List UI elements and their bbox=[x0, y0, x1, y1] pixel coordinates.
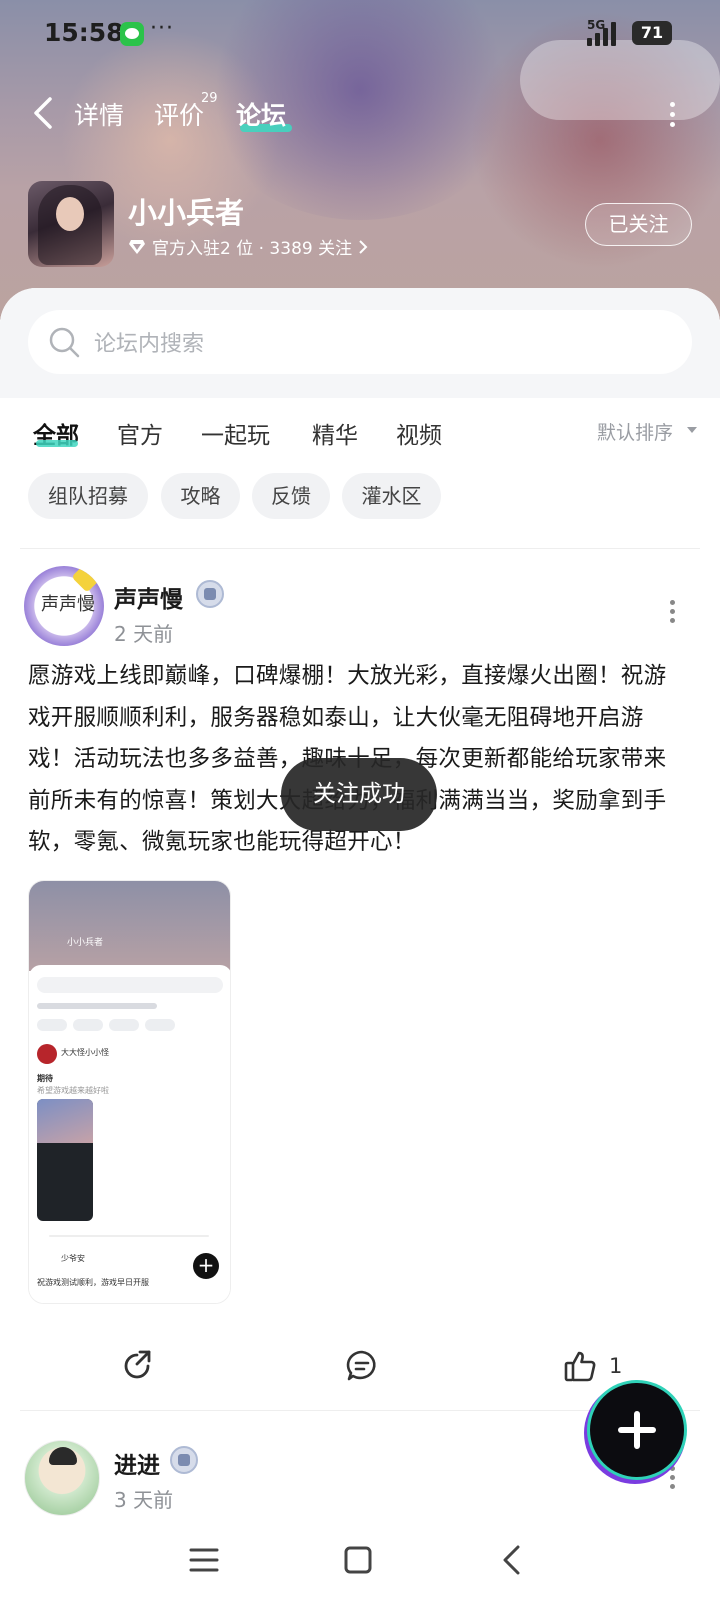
chip-chat[interactable]: 灌水区 bbox=[342, 473, 441, 519]
filter-tab-official[interactable]: 官方 bbox=[117, 416, 163, 450]
filter-tab-video[interactable]: 视频 bbox=[396, 416, 442, 450]
chip-guide[interactable]: 攻略 bbox=[161, 473, 240, 519]
tab-reviews[interactable]: 评价 bbox=[154, 96, 204, 132]
search-placeholder: 论坛内搜索 bbox=[94, 332, 205, 357]
game-meta[interactable]: 官方入驻2 位 · 3389 关注 bbox=[128, 234, 368, 259]
thumbs-up-icon bbox=[564, 1351, 596, 1382]
avatar-text: 声声慢 bbox=[41, 594, 95, 615]
tab-forum[interactable]: 论坛 bbox=[236, 96, 286, 132]
back-icon[interactable] bbox=[494, 1542, 530, 1578]
more-vertical-icon[interactable] bbox=[668, 1466, 676, 1492]
comment-icon bbox=[346, 1350, 376, 1381]
chip-feedback[interactable]: 反馈 bbox=[252, 473, 330, 519]
avatar[interactable] bbox=[24, 1440, 100, 1516]
post-time: 3 天前 bbox=[114, 1488, 174, 1512]
status-bar: 15:58 ··· 5G 71 bbox=[0, 0, 720, 70]
avatar[interactable]: 声声慢 bbox=[24, 566, 104, 646]
battery-icon: 71 bbox=[632, 21, 672, 45]
comment-button[interactable] bbox=[345, 1348, 379, 1384]
like-count: 1 bbox=[609, 1354, 623, 1378]
sort-dropdown[interactable]: 默认排序 bbox=[597, 418, 673, 445]
like-button[interactable]: 1 bbox=[563, 1348, 622, 1384]
chip-team-recruit[interactable]: 组队招募 bbox=[28, 473, 148, 519]
tab-details[interactable]: 详情 bbox=[74, 96, 124, 132]
back-icon[interactable] bbox=[30, 96, 60, 130]
search-icon bbox=[49, 327, 80, 358]
create-post-button[interactable] bbox=[590, 1383, 684, 1477]
message-icon bbox=[120, 22, 144, 46]
active-filter-indicator bbox=[36, 440, 78, 447]
game-meta-text: 官方入驻2 位 · 3389 关注 bbox=[152, 239, 353, 259]
divider bbox=[20, 548, 700, 549]
share-button[interactable] bbox=[120, 1348, 154, 1384]
toast-message: 关注成功 bbox=[281, 758, 437, 831]
post-time: 2 天前 bbox=[114, 622, 174, 646]
post-username[interactable]: 进进 bbox=[114, 1446, 160, 1480]
menu-icon[interactable] bbox=[186, 1542, 222, 1578]
filter-tab-play-together[interactable]: 一起玩 bbox=[201, 416, 270, 450]
status-overflow: ··· bbox=[150, 16, 174, 41]
game-title: 小小兵者 bbox=[128, 196, 245, 230]
status-time: 15:58 bbox=[44, 18, 124, 47]
post-image[interactable]: 小小兵者 大大怪小小怪 期待 希望游戏越来越好啦 少爷安 祝游戏测试顺利，游戏早… bbox=[28, 880, 231, 1304]
caret-down-icon bbox=[687, 427, 697, 433]
more-vertical-icon[interactable] bbox=[668, 600, 676, 626]
follow-button[interactable]: 已关注 bbox=[585, 203, 692, 246]
verified-badge-icon bbox=[196, 580, 224, 608]
search-input[interactable]: 论坛内搜索 bbox=[28, 310, 692, 374]
more-vertical-icon[interactable] bbox=[668, 102, 676, 132]
home-icon[interactable] bbox=[340, 1542, 376, 1578]
game-icon[interactable] bbox=[28, 181, 114, 267]
reviews-count: 29 bbox=[201, 91, 218, 106]
diamond-icon bbox=[129, 239, 145, 254]
share-icon bbox=[124, 1350, 151, 1379]
chevron-right-icon bbox=[359, 239, 368, 254]
system-nav-bar bbox=[0, 1520, 720, 1601]
post-username[interactable]: 声声慢 bbox=[114, 580, 183, 614]
filter-tab-featured[interactable]: 精华 bbox=[312, 416, 358, 450]
verified-badge-icon bbox=[170, 1446, 198, 1474]
